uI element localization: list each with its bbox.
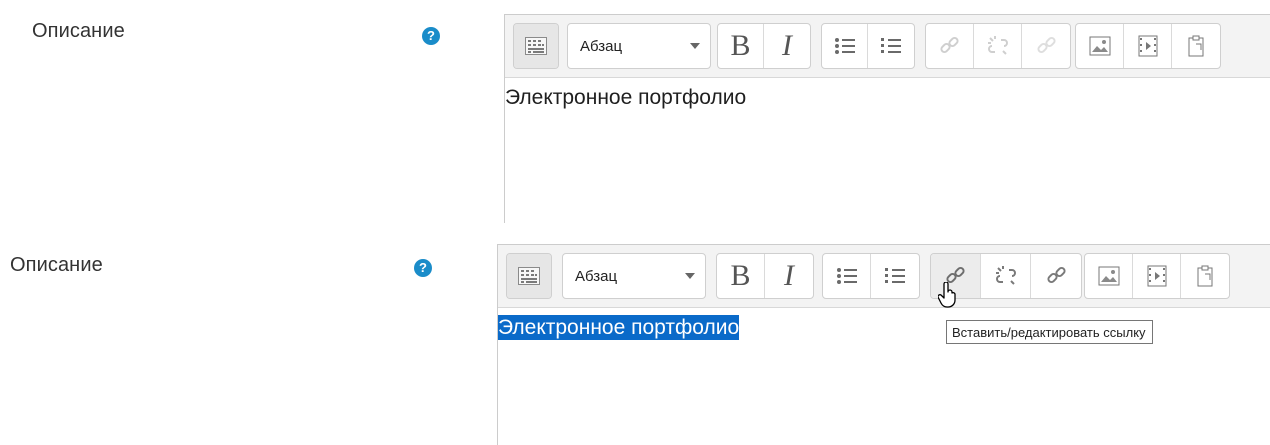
question-circle-icon[interactable]: ? [414, 259, 432, 277]
anchor-button[interactable] [1031, 254, 1081, 298]
field-label: Описание [10, 254, 103, 276]
bullet-list-button[interactable] [823, 254, 871, 298]
selected-editor-text: Электронное портфолио [498, 315, 740, 340]
italic-button[interactable]: I [764, 24, 810, 68]
toolbar-group-format: Абзац [567, 23, 711, 69]
image-icon [1089, 36, 1110, 56]
toolbar-toggle-button[interactable] [514, 24, 558, 68]
unlink-button[interactable] [981, 254, 1031, 298]
image-icon [1098, 266, 1119, 286]
unlink-icon [995, 266, 1016, 285]
paragraph-format-select[interactable]: Абзац [563, 254, 705, 298]
toolbar-group-toggle [513, 23, 559, 69]
toolbar-group-lists [821, 23, 915, 69]
toolbar-group-toggle [506, 253, 552, 299]
numbered-list-icon [885, 268, 905, 283]
toolbar-group-links [925, 23, 1071, 69]
anchor-link-icon [1047, 266, 1066, 284]
film-icon [1147, 265, 1166, 287]
clipboard-icon [1197, 265, 1213, 287]
hand-pointer-icon [938, 282, 956, 308]
bullet-list-icon [834, 38, 855, 54]
description-field-before: Описание ? Абзац B I Электронное портфол… [0, 0, 1270, 223]
keyboard-icon [518, 267, 540, 285]
toolbar-group-format: Абзац [562, 253, 706, 299]
film-icon [1138, 35, 1157, 57]
editor-toolbar: Абзац B I [505, 15, 1270, 78]
unlink-icon [987, 36, 1008, 55]
numbered-list-button[interactable] [871, 254, 919, 298]
numbered-list-button[interactable] [868, 24, 914, 68]
format-select-value: Абзац [575, 267, 618, 285]
link-icon [939, 36, 959, 54]
toolbar-toggle-button[interactable] [507, 254, 551, 298]
link-tooltip: Вставить/редактировать ссылку [946, 320, 1153, 344]
editor-text: Электронное портфолио [505, 86, 747, 109]
bullet-list-icon [836, 268, 857, 284]
anchor-link-icon [1037, 36, 1056, 54]
toolbar-group-style: B I [717, 23, 811, 69]
anchor-button[interactable] [1022, 24, 1070, 68]
media-button[interactable] [1124, 24, 1172, 68]
paste-button[interactable] [1172, 24, 1220, 68]
toolbar-group-lists [822, 253, 920, 299]
toolbar-group-media [1084, 253, 1230, 299]
chevron-down-icon [690, 43, 700, 49]
field-label: Описание [32, 20, 125, 42]
rich-text-editor: Абзац B I Электронное портфолио [504, 14, 1270, 223]
image-button[interactable] [1085, 254, 1133, 298]
chevron-down-icon [685, 273, 695, 279]
media-button[interactable] [1133, 254, 1181, 298]
question-circle-icon[interactable]: ? [422, 27, 440, 45]
image-button[interactable] [1076, 24, 1124, 68]
rich-text-editor: Абзац B I Электронное портфолио [497, 244, 1270, 445]
toolbar-group-media [1075, 23, 1221, 69]
keyboard-icon [525, 37, 547, 55]
format-select-value: Абзац [580, 37, 623, 55]
bold-button[interactable]: B [718, 24, 764, 68]
paragraph-format-select[interactable]: Абзац [568, 24, 710, 68]
editor-content-area[interactable]: Электронное портфолио [498, 308, 1270, 340]
editor-toolbar: Абзац B I [498, 245, 1270, 308]
italic-button[interactable]: I [765, 254, 813, 298]
unlink-button[interactable] [974, 24, 1022, 68]
link-button[interactable] [926, 24, 974, 68]
paste-button[interactable] [1181, 254, 1229, 298]
description-field-after: Описание ? Абзац B I Электронное портфол… [0, 232, 1270, 445]
toolbar-group-style: B I [716, 253, 814, 299]
editor-content-area[interactable]: Электронное портфолио [505, 78, 1270, 110]
bold-button[interactable]: B [717, 254, 765, 298]
clipboard-icon [1188, 35, 1204, 57]
bullet-list-button[interactable] [822, 24, 868, 68]
numbered-list-icon [881, 38, 901, 53]
